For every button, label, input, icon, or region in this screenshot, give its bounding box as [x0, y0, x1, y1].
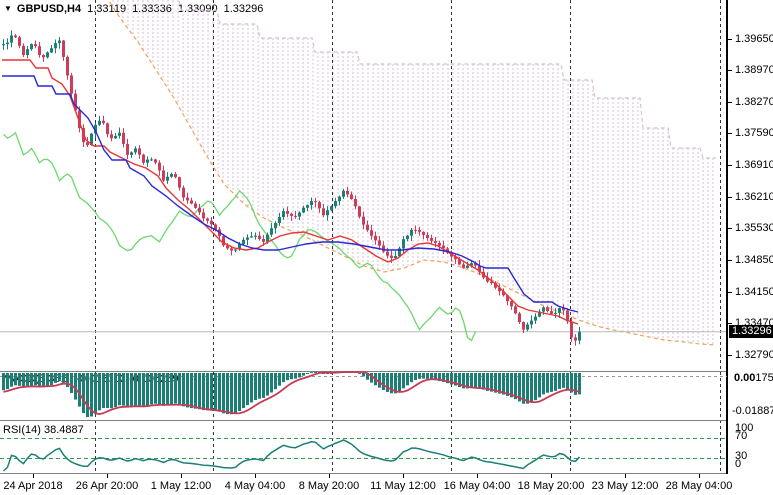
price-tick — [728, 165, 732, 166]
mt4-chart-window: ▼GBPUSD,H41.331191.333361.330901.33296 M… — [0, 0, 773, 495]
time-tick-label: 4 May 04:00 — [225, 480, 286, 492]
time-tick — [33, 474, 34, 478]
price-tick-label: 1.38270 — [735, 97, 773, 108]
ichimoku-cloud-layer — [106, 0, 716, 345]
price-tick-label: 1.36210 — [735, 192, 773, 203]
time-tick — [403, 474, 404, 478]
price-tick — [728, 197, 732, 198]
price-tick-label: 1.34150 — [735, 287, 773, 298]
price-tick — [728, 260, 732, 261]
price-tick-label: 1.36910 — [735, 160, 773, 171]
rsi-scale-70: 70 — [735, 431, 747, 441]
price-tick-label: 1.32790 — [735, 350, 773, 361]
price-tick — [728, 102, 732, 103]
macd-layer — [0, 372, 727, 417]
chikou-layer — [4, 133, 476, 341]
time-tick-label: 8 May 20:00 — [299, 480, 360, 492]
time-tick-label: 18 May 20:00 — [518, 480, 585, 492]
time-tick — [551, 474, 552, 478]
time-tick-label: 28 May 04:00 — [666, 480, 733, 492]
rsi-layer — [0, 439, 727, 472]
price-tick — [728, 355, 732, 356]
time-tick-label: 24 Apr 2018 — [3, 480, 62, 492]
price-tick-label: 1.38970 — [735, 65, 773, 76]
time-tick-label: 1 May 12:00 — [151, 480, 212, 492]
chart-canvas[interactable] — [0, 0, 727, 474]
price-tick — [728, 70, 732, 71]
price-tick-label: 1.34850 — [735, 255, 773, 266]
time-axis[interactable]: 24 Apr 2018 26 Apr 20:00 1 May 12:00 4 May … — [0, 474, 773, 495]
price-tick — [728, 292, 732, 293]
time-tick — [255, 474, 256, 478]
time-tick — [477, 474, 478, 478]
macd-scale-top-label: 0.00175 — [734, 372, 773, 384]
time-tick-label: 16 May 04:00 — [444, 480, 511, 492]
price-tick-label: 1.39650 — [735, 34, 773, 45]
price-axis[interactable]: 1.39650 1.38970 1.38270 1.37590 1.36910 1.362… — [727, 0, 773, 474]
time-tick-label: 23 May 12:00 — [592, 480, 659, 492]
time-tick — [329, 474, 330, 478]
price-tick — [728, 133, 732, 134]
time-tick-label: 26 Apr 20:00 — [76, 480, 138, 492]
time-tick — [625, 474, 626, 478]
candles-layer — [2, 30, 581, 345]
time-tick — [181, 474, 182, 478]
time-tick-label: 11 May 12:00 — [370, 480, 436, 492]
price-tick-label: 1.37590 — [735, 128, 773, 139]
macd-scale-bottom-label: -0.018879 — [732, 405, 773, 417]
rsi-scale-0: 0 — [735, 459, 741, 469]
time-tick — [107, 474, 108, 478]
price-tick-label: 1.35530 — [735, 223, 773, 234]
time-tick — [699, 474, 700, 478]
current-price-badge: 1.33296 — [729, 325, 773, 338]
price-tick — [728, 39, 732, 40]
price-tick — [728, 228, 732, 229]
